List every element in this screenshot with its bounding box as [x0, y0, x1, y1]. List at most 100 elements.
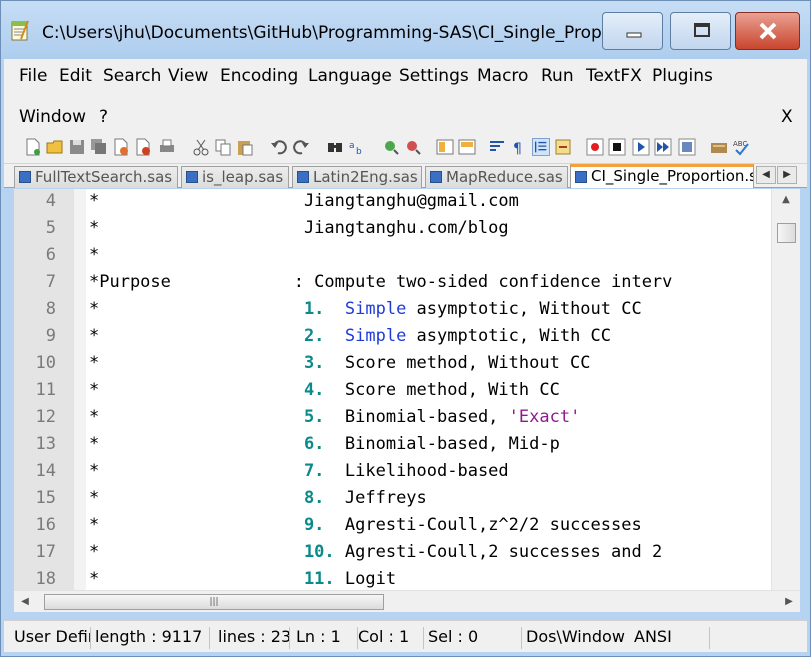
word-wrap-icon[interactable]: [488, 138, 506, 156]
play-multiple-icon[interactable]: [654, 138, 672, 156]
tab-ci-single-proportion[interactable]: CI_Single_Proportion.s: [570, 164, 754, 188]
close-document-button[interactable]: X: [781, 107, 793, 127]
status-column: Col : 1: [354, 627, 424, 649]
code-token-num: 2.: [303, 326, 345, 346]
redo-icon[interactable]: [292, 138, 310, 156]
code-line[interactable]: 12 * 5. Binomial-based, 'Exact': [14, 407, 771, 434]
maximize-button[interactable]: [670, 12, 731, 50]
open-file-icon[interactable]: [46, 138, 64, 156]
code-line[interactable]: 5 * Jiangtanghu.com/blog: [14, 218, 771, 245]
launch-icon[interactable]: [710, 138, 728, 156]
code-token-rest: Jiangtanghu@gmail.com: [303, 191, 519, 211]
code-line[interactable]: 4 * Jiangtanghu@gmail.com: [14, 191, 771, 218]
scroll-left-arrow-icon[interactable]: ◀: [14, 591, 36, 613]
sync-horizontal-icon[interactable]: [458, 138, 476, 156]
save-macro-icon[interactable]: [678, 138, 696, 156]
copy-icon[interactable]: [214, 138, 232, 156]
code-line[interactable]: 8 * 1. Simple asymptotic, Without CC: [14, 299, 771, 326]
saved-file-icon: [297, 171, 309, 183]
menu-bar: File Edit Search View Encoding Language …: [4, 59, 807, 133]
stop-record-icon[interactable]: [608, 138, 626, 156]
menu-run[interactable]: Run: [541, 66, 574, 86]
spellcheck-icon[interactable]: ABC: [732, 138, 750, 156]
code-line[interactable]: 11 * 4. Score method, With CC: [14, 380, 771, 407]
minimize-icon: [626, 32, 642, 38]
tab-scroll-left-button[interactable]: ◀: [756, 166, 776, 184]
zoom-in-icon[interactable]: [382, 138, 400, 156]
new-file-icon[interactable]: [24, 138, 42, 156]
tab-latin2eng[interactable]: Latin2Eng.sas: [292, 166, 422, 188]
tab-label: Latin2Eng.sas: [313, 168, 418, 186]
code-text: * Jiangtanghu.com/blog: [89, 218, 509, 238]
menu-language[interactable]: Language: [308, 66, 392, 86]
vertical-scrollbar[interactable]: ▲: [771, 189, 800, 590]
print-icon[interactable]: [158, 138, 176, 156]
tab-is-leap[interactable]: is_leap.sas: [181, 166, 289, 188]
code-line[interactable]: 9 * 2. Simple asymptotic, With CC: [14, 326, 771, 353]
code-line[interactable]: 7 *Purpose : Compute two-sided confidence…: [14, 272, 771, 299]
code-line[interactable]: 18 * 11. Logit: [14, 569, 771, 590]
paste-icon[interactable]: [236, 138, 254, 156]
code-token-rest: Binomial-based, Mid-p: [344, 434, 560, 454]
code-editor[interactable]: 4 * Jiangtanghu@gmail.com 5 * Jiangtanghu.c…: [14, 189, 771, 590]
menu-edit[interactable]: Edit: [59, 66, 92, 86]
menu-file[interactable]: File: [19, 66, 47, 86]
horizontal-scroll-thumb[interactable]: |||: [44, 594, 384, 610]
save-icon[interactable]: [68, 138, 86, 156]
show-all-chars-icon[interactable]: ¶: [510, 138, 528, 156]
line-number: 9: [45, 326, 56, 346]
fold-icon[interactable]: [554, 138, 572, 156]
tab-scroll-right-button[interactable]: ▶: [777, 166, 797, 184]
menu-encoding[interactable]: Encoding: [220, 66, 298, 86]
code-line[interactable]: 14 * 7. Likelihood-based: [14, 461, 771, 488]
minimize-button[interactable]: [602, 12, 663, 50]
close-window-button[interactable]: [735, 12, 800, 50]
code-token-rest: Score method, With CC: [344, 380, 560, 400]
code-token-pre: *: [89, 218, 304, 238]
close-file-icon[interactable]: [112, 138, 130, 156]
code-text: * 2. Simple asymptotic, With CC: [89, 326, 611, 346]
zoom-out-icon[interactable]: [404, 138, 422, 156]
cut-icon[interactable]: [192, 138, 210, 156]
menu-macro[interactable]: Macro: [477, 66, 528, 86]
undo-icon[interactable]: [270, 138, 288, 156]
menu-search[interactable]: Search: [103, 66, 161, 86]
tab-label: FullTextSearch.sas: [35, 168, 173, 186]
code-line[interactable]: 6 *: [14, 245, 771, 272]
replace-icon[interactable]: ab: [348, 138, 366, 156]
sync-vertical-icon[interactable]: [436, 138, 454, 156]
menu-window[interactable]: Window: [19, 107, 86, 127]
code-token-num: 3.: [303, 353, 345, 373]
code-text: * 5. Binomial-based, 'Exact': [89, 407, 580, 427]
tab-fulltextsearch[interactable]: FullTextSearch.sas: [14, 166, 178, 188]
horizontal-scrollbar[interactable]: ◀ ||| ▶: [14, 590, 800, 612]
close-icon: [759, 22, 777, 40]
line-number: 17: [35, 542, 56, 562]
code-line[interactable]: 10 * 3. Score method, Without CC: [14, 353, 771, 380]
record-macro-icon[interactable]: [586, 138, 604, 156]
menu-help[interactable]: ?: [99, 107, 108, 127]
indent-guide-icon[interactable]: [532, 138, 550, 156]
find-icon[interactable]: [326, 138, 344, 156]
title-bar[interactable]: C:\Users\jhu\Documents\GitHub\Programmin…: [1, 1, 810, 59]
code-line[interactable]: 16 * 9. Agresti-Coull,z^2/2 successes: [14, 515, 771, 542]
scroll-up-arrow-icon[interactable]: ▲: [772, 189, 800, 211]
status-lines: lines : 23(: [214, 627, 290, 649]
menu-plugins[interactable]: Plugins: [652, 66, 713, 86]
tab-mapreduce[interactable]: MapReduce.sas: [425, 166, 568, 188]
code-text: * 10. Agresti-Coull,2 successes and 2: [89, 542, 662, 562]
vertical-scroll-thumb[interactable]: [777, 223, 796, 243]
code-line[interactable]: 15 * 8. Jeffreys: [14, 488, 771, 515]
play-macro-icon[interactable]: [632, 138, 650, 156]
code-token-pre: *: [89, 407, 304, 427]
notepad-app-icon: [11, 20, 29, 41]
menu-textfx[interactable]: TextFX: [586, 66, 642, 86]
close-all-icon[interactable]: [134, 138, 152, 156]
menu-settings[interactable]: Settings: [399, 66, 469, 86]
scroll-right-arrow-icon[interactable]: ▶: [778, 591, 800, 613]
code-line[interactable]: 13 * 6. Binomial-based, Mid-p: [14, 434, 771, 461]
menu-view[interactable]: View: [168, 66, 208, 86]
status-eol-format: Dos\Window: [526, 627, 625, 646]
code-line[interactable]: 17 * 10. Agresti-Coull,2 successes and 2: [14, 542, 771, 569]
save-all-icon[interactable]: [90, 138, 108, 156]
